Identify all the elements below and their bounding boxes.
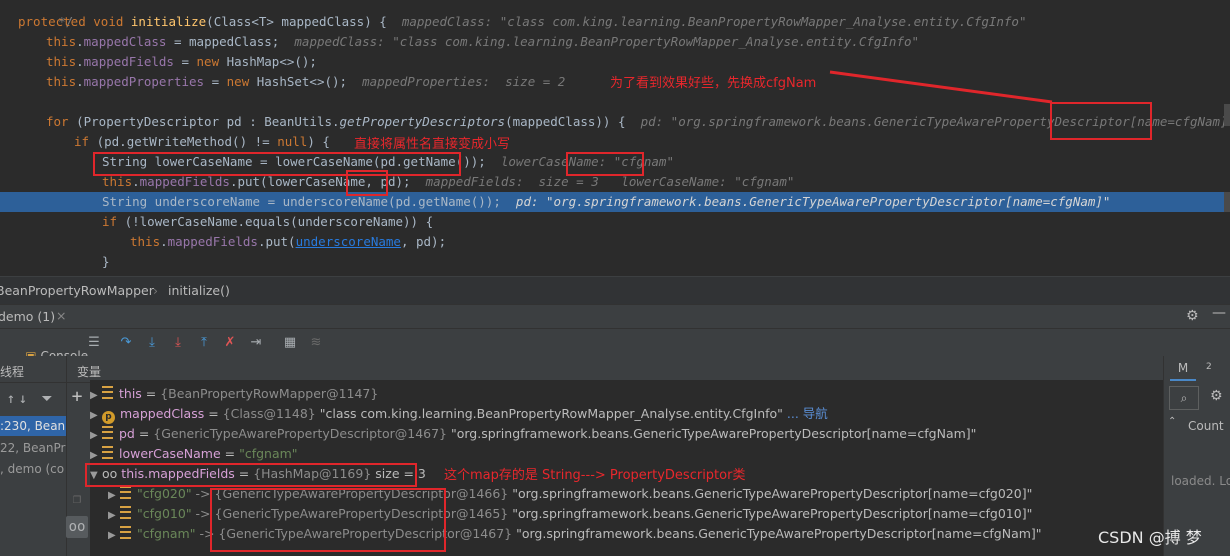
drop-frame-icon[interactable]: ✗ xyxy=(222,335,238,351)
tab-label: demo (1) xyxy=(0,309,56,324)
variable-row[interactable]: ▶ this = {BeanPropertyRowMapper@1147} xyxy=(90,384,378,404)
gear-icon[interactable]: ⚙ xyxy=(1210,388,1223,404)
variable-eq: = xyxy=(204,406,223,421)
annotation-box xyxy=(1050,102,1152,140)
variable-row[interactable]: ▶ pd = {GenericTypeAwarePropertyDescripto… xyxy=(90,424,976,444)
debug-tab-bar: demo (1) × ⚙ — xyxy=(0,304,1230,330)
gear-icon[interactable]: ⚙ xyxy=(1186,308,1199,324)
tab-memory[interactable]: M xyxy=(1170,361,1196,381)
expand-arrow-icon[interactable]: ▶ xyxy=(90,386,102,406)
variable-name: this xyxy=(119,386,142,401)
scrollbar-thumb[interactable] xyxy=(1224,192,1230,212)
variable-name: lowerCaseName xyxy=(119,446,221,461)
variable-value: "org.springframework.beans.GenericTypeAw… xyxy=(512,526,1042,541)
entry-icon xyxy=(120,526,131,539)
breadcrumb-separator: › xyxy=(153,283,158,298)
tab-count: 2 xyxy=(1206,362,1212,372)
frame-item[interactable]: 22, BeanPr xyxy=(0,438,66,458)
variable-eq: = xyxy=(220,446,240,461)
variables-header: 变量 xyxy=(77,365,102,379)
expand-arrow-icon[interactable]: ▶ xyxy=(108,506,120,526)
menu-icon[interactable]: ☰ xyxy=(86,335,102,351)
code-editor[interactable]: */ protected void initialize(Class<T> ma… xyxy=(0,0,1230,276)
close-icon[interactable]: × xyxy=(56,308,66,323)
variable-name: pd xyxy=(119,426,135,441)
watermark: CSDN @搏 梦 xyxy=(1098,528,1202,547)
annotation-box xyxy=(210,488,446,552)
evaluate-icon[interactable]: ▦ xyxy=(282,335,298,351)
search-icon[interactable]: ⌕ xyxy=(1169,386,1199,410)
debug-toolbar: ▣ Console ☰ ↷ ⤓ ⤓ ⤒ ✗ ⇥ ▦ ≋ xyxy=(0,328,1230,363)
loaded-status: loaded. Lo xyxy=(1171,474,1230,488)
map-key: "cfg020" xyxy=(137,486,192,501)
variable-value: "org.springframework.beans.GenericTypeAw… xyxy=(508,506,1033,521)
minimize-icon[interactable]: — xyxy=(1212,305,1226,321)
annotation-box xyxy=(346,170,388,196)
count-column-header[interactable]: Count xyxy=(1188,419,1224,433)
entry-icon xyxy=(120,486,131,499)
glasses-icon[interactable]: oo xyxy=(66,516,88,538)
parameter-icon: p xyxy=(102,411,115,424)
expand-arrow-icon[interactable]: ▶ xyxy=(90,406,102,426)
variable-row[interactable]: ▶ p mappedClass = {Class@1148} "class com.… xyxy=(90,404,828,424)
expand-arrow-icon[interactable]: ▶ xyxy=(90,426,102,446)
step-over-icon[interactable]: ↷ xyxy=(118,335,134,351)
variable-eq: = xyxy=(141,386,161,401)
annotation-box xyxy=(566,152,644,176)
step-into-icon[interactable]: ⤓ xyxy=(144,335,160,351)
variable-value: "cfgnam" xyxy=(239,446,298,461)
force-step-into-icon[interactable]: ⤓ xyxy=(170,335,186,351)
variable-name: mappedClass xyxy=(120,406,205,421)
down-arrow-icon[interactable]: ↓ xyxy=(12,388,34,410)
variable-value: "org.springframework.beans.GenericTypeAw… xyxy=(508,486,1033,501)
trace-icon[interactable]: ≋ xyxy=(308,335,324,351)
annotation-note: 这个map存的是 String---> PropertyDescriptor类 xyxy=(444,468,746,483)
filter-icon[interactable]: ⏷ xyxy=(36,388,58,410)
threads-header: 线程 xyxy=(0,365,25,379)
copy-icon[interactable]: ❐ xyxy=(66,488,88,510)
annotation-box xyxy=(93,152,461,176)
annotation-box xyxy=(85,463,417,487)
sort-icon[interactable]: ⌃ xyxy=(1168,416,1176,427)
entry-icon xyxy=(120,506,131,519)
add-watch-icon[interactable]: + xyxy=(66,386,88,408)
tab-debug-demo[interactable]: demo (1) × xyxy=(0,305,76,330)
frame-item[interactable]: :230, Bean xyxy=(0,416,66,436)
navigate-link[interactable]: ... 导航 xyxy=(783,406,828,421)
field-icon xyxy=(102,446,113,459)
expand-arrow-icon[interactable]: ▶ xyxy=(108,526,120,546)
variable-eq: = xyxy=(134,426,154,441)
map-key: "cfgnam" xyxy=(137,526,196,541)
variable-id: {Class@1148} xyxy=(222,406,316,421)
expand-arrow-icon[interactable]: ▶ xyxy=(108,486,120,506)
step-out-icon[interactable]: ⤒ xyxy=(196,335,212,351)
breadcrumb-item-class[interactable]: BeanPropertyRowMapper xyxy=(0,283,154,298)
map-key: "cfg010" xyxy=(137,506,192,521)
scrollbar-thumb[interactable] xyxy=(1224,104,1230,126)
breadcrumb: BeanPropertyRowMapper › initialize() xyxy=(0,276,1230,305)
frame-item[interactable]: , demo (co xyxy=(0,459,66,479)
run-to-cursor-icon[interactable]: ⇥ xyxy=(248,335,264,351)
breadcrumb-item-method[interactable]: initialize() xyxy=(168,283,230,298)
variable-value: "org.springframework.beans.GenericTypeAw… xyxy=(447,426,977,441)
variable-row[interactable]: ▶ lowerCaseName = "cfgnam" xyxy=(90,444,298,464)
variable-value: "class com.king.learning.BeanPropertyRow… xyxy=(315,406,783,421)
field-icon xyxy=(102,386,113,399)
field-icon xyxy=(102,426,113,439)
annotation-arrow xyxy=(829,70,1053,104)
variable-id: {BeanPropertyRowMapper@1147} xyxy=(160,386,379,401)
variable-id: {GenericTypeAwarePropertyDescriptor@1467… xyxy=(153,426,448,441)
